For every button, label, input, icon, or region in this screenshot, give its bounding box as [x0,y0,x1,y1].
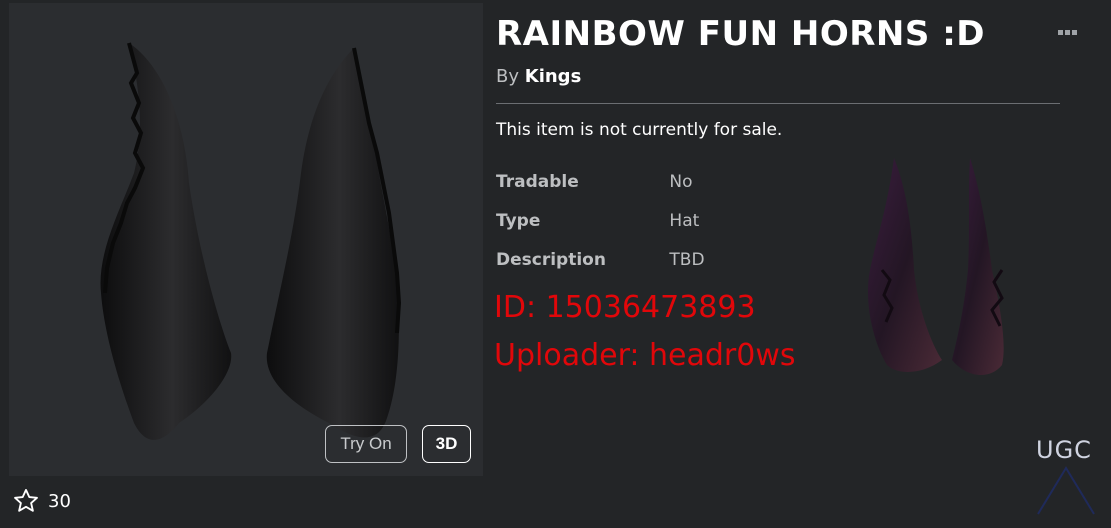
favorite-count: 30 [48,490,71,512]
detail-value: TBD [669,250,705,270]
detail-label: Tradable [496,172,579,192]
overlay-item-id: ID: 15036473893 [494,290,756,325]
try-on-button[interactable]: Try On [325,425,407,463]
creator-byline: By Kings [496,66,581,87]
detail-label: Type [496,211,541,231]
sale-status: This item is not currently for sale. [496,120,783,140]
creator-link[interactable]: Kings [525,66,582,87]
horns-thumbnail [867,158,1004,376]
divider [496,103,1060,104]
detail-row-description: Description TBD [496,250,705,270]
by-prefix: By [496,66,520,87]
item-title: RAINBOW FUN HORNS :D [496,14,986,54]
favorite-button[interactable]: 30 [12,487,71,515]
detail-value: Hat [669,211,700,231]
ugc-badge-label: UGC [1036,436,1092,464]
star-outline-icon [14,488,38,512]
item-preview: Try On 3D [9,3,483,476]
horns-3d-render [100,42,402,440]
detail-row-type: Type Hat [496,211,699,231]
detail-value: No [669,172,693,192]
detail-row-tradable: Tradable No [496,172,693,192]
view-3d-button[interactable]: 3D [422,425,471,463]
overlay-uploader: Uploader: headr0ws [494,338,796,373]
detail-label: Description [496,250,606,270]
more-options-icon[interactable] [1058,26,1084,38]
ugc-triangle-icon [1037,466,1095,515]
